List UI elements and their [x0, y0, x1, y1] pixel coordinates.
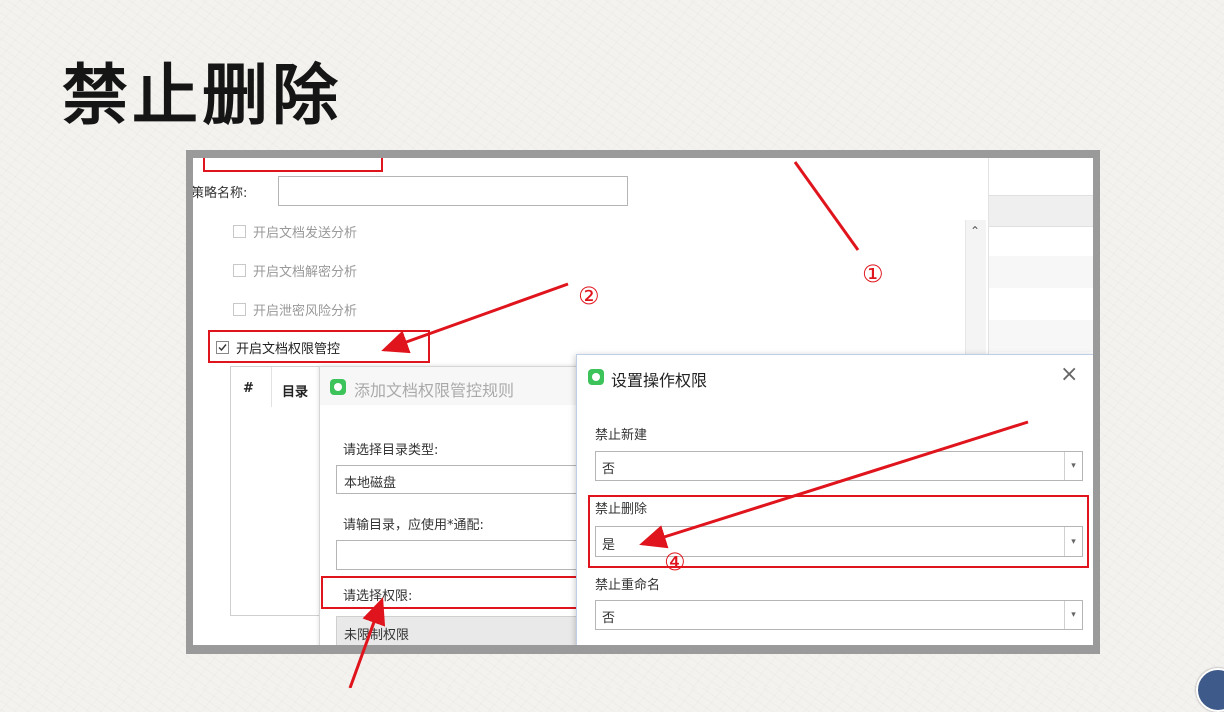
forbid-delete-value: 是 — [602, 538, 616, 553]
rules-table-col-divider — [271, 367, 272, 407]
right-row-1 — [989, 256, 1093, 288]
checkbox-permission-control-label: 开启文档权限管控 — [236, 342, 341, 357]
forbid-rename-select[interactable]: 否 ▾ — [595, 600, 1083, 630]
slide-title: 禁止删除 — [62, 57, 342, 134]
rules-table-header-hash: # — [243, 381, 254, 396]
annotation-4: ④ — [664, 548, 686, 576]
dir-input-label: 请输目录，应使用*通配: — [343, 518, 484, 533]
forbid-rename-label: 禁止重命名 — [595, 578, 661, 593]
checkbox-send-analysis-label: 开启文档发送分析 — [253, 226, 358, 241]
forbid-delete-label: 禁止删除 — [595, 502, 648, 517]
checkbox-permission-control[interactable] — [216, 341, 229, 354]
permission-label: 请选择权限: — [343, 589, 413, 604]
forbid-rename-value: 否 — [602, 611, 616, 626]
checkbox-leak-risk-label: 开启泄密风险分析 — [253, 304, 358, 319]
add-rule-app-icon — [330, 379, 346, 395]
annotation-1: ① — [862, 260, 884, 288]
chevron-down-icon[interactable]: ▾ — [1064, 601, 1082, 629]
permission-select[interactable]: 未限制权限 — [336, 616, 586, 645]
checkbox-leak-risk[interactable] — [233, 303, 246, 316]
check-icon — [218, 344, 227, 352]
policy-name-label: 策略名称: — [193, 186, 248, 201]
close-icon[interactable]: × — [1060, 362, 1078, 387]
chevron-down-icon[interactable]: ▾ — [1064, 527, 1082, 556]
forbid-create-label: 禁止新建 — [595, 428, 648, 443]
right-header-row — [989, 195, 1093, 227]
forbid-create-select[interactable]: 否 ▾ — [595, 451, 1083, 481]
policy-name-input[interactable] — [278, 176, 628, 206]
screenshot-frame: 策略名称: ⌃ 开启文档发送分析 开启文档解密分析 开启泄密风险分析 开启文档权… — [186, 150, 1100, 654]
chevron-down-icon[interactable]: ▾ — [1064, 452, 1082, 480]
dir-type-value: 本地磁盘 — [344, 476, 397, 491]
dir-type-select[interactable]: 本地磁盘 — [336, 465, 586, 494]
right-row-2 — [989, 320, 1093, 352]
dir-type-label: 请选择目录类型: — [343, 443, 439, 458]
highlight-box-top — [203, 158, 383, 172]
permission-value: 未限制权限 — [344, 628, 410, 643]
op-dialog-title: 设置操作权限 — [611, 371, 708, 390]
checkbox-decrypt-analysis[interactable] — [233, 264, 246, 277]
checkbox-send-analysis[interactable] — [233, 225, 246, 238]
checkbox-decrypt-analysis-label: 开启文档解密分析 — [253, 265, 358, 280]
rules-table-header-dir: 目录 — [282, 385, 309, 400]
logo-icon — [1196, 668, 1224, 712]
annotation-2: ② — [578, 282, 600, 310]
scroll-up-icon[interactable]: ⌃ — [970, 224, 980, 238]
add-rule-dialog-title: 添加文档权限管控规则 — [354, 381, 515, 400]
dir-input-field[interactable] — [336, 540, 586, 570]
policy-window: 策略名称: ⌃ 开启文档发送分析 开启文档解密分析 开启泄密风险分析 开启文档权… — [193, 158, 1093, 645]
op-dialog-app-icon — [588, 369, 604, 385]
forbid-create-value: 否 — [602, 462, 616, 477]
